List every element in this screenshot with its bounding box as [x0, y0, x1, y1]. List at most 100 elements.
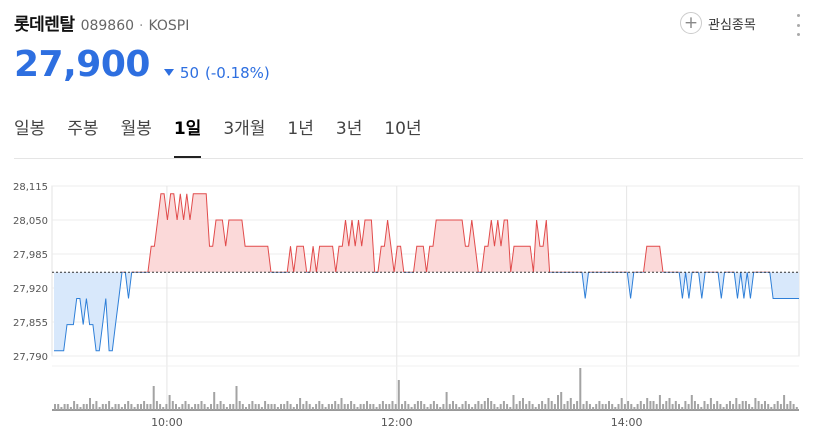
volume-bar: [254, 404, 257, 410]
volume-bar: [225, 407, 228, 410]
volume-bar: [136, 404, 139, 410]
volume-bar: [350, 401, 353, 410]
volume-bar: [302, 404, 305, 410]
tab-daily[interactable]: 일봉: [14, 114, 45, 158]
volume-bar: [66, 404, 69, 410]
volume-bar: [235, 386, 238, 410]
volume-bar: [423, 404, 426, 410]
tab-10year[interactable]: 10년: [384, 114, 421, 158]
volume-bar: [588, 404, 591, 410]
volume-bar: [133, 407, 136, 410]
volume-bar: [509, 407, 512, 410]
tabs-divider: [14, 158, 803, 159]
volume-bar: [576, 401, 579, 410]
down-arrow-icon: [163, 69, 174, 76]
x-tick-label: 10:00: [151, 416, 183, 429]
volume-bar: [764, 401, 766, 410]
tab-3year[interactable]: 3년: [336, 114, 362, 158]
volume-bar: [416, 401, 419, 410]
tab-monthly[interactable]: 월봉: [121, 114, 152, 158]
volume-bar: [693, 401, 696, 410]
volume-bar: [633, 407, 636, 410]
volume-bar: [54, 404, 56, 410]
volume-bar: [130, 404, 133, 410]
volume-bar: [636, 404, 639, 410]
volume-bar: [614, 407, 617, 410]
volume-bar: [662, 404, 665, 410]
volume-bar: [321, 404, 324, 410]
volume-bar: [448, 404, 451, 410]
volume-bar: [171, 401, 174, 410]
volume-bar: [770, 407, 773, 410]
volume-bar: [318, 401, 321, 410]
volume-bar: [534, 407, 537, 410]
add-watchlist-button[interactable]: + 관심종목: [680, 12, 756, 34]
volume-bar: [257, 404, 260, 410]
volume-bar: [713, 404, 715, 410]
volume-bar: [308, 404, 311, 410]
volume-bar: [124, 404, 126, 410]
volume-bar: [754, 398, 757, 410]
volume-bar: [343, 404, 346, 410]
volume-bar: [776, 401, 779, 410]
volume-bar: [397, 380, 400, 410]
tab-1day[interactable]: 1일: [173, 114, 202, 158]
volume-bar: [483, 401, 486, 410]
volume-bar: [165, 404, 168, 410]
volume-bar: [665, 401, 668, 410]
volume-bar: [327, 404, 330, 410]
volume-bar: [426, 407, 429, 410]
volume-bar: [381, 401, 384, 410]
volume-bar: [687, 404, 690, 410]
volume-bar: [340, 398, 343, 410]
volume-bar: [681, 407, 684, 410]
volume-bar: [232, 404, 235, 410]
tab-weekly[interactable]: 주봉: [67, 114, 98, 158]
volume-bar: [779, 404, 782, 410]
separator-dot: ·: [139, 18, 144, 34]
tab-1year[interactable]: 1년: [287, 114, 313, 158]
volume-bar: [569, 398, 572, 410]
volume-bar: [356, 407, 359, 410]
volume-bar: [700, 407, 703, 410]
volume-bar: [690, 395, 693, 410]
intraday-chart[interactable]: 28,115 28,050 27,985 27,920 27,855 27,790 10:0…: [0, 170, 817, 436]
volume-bar: [722, 407, 725, 410]
volume-bar: [697, 404, 700, 410]
volume-bar: [222, 404, 225, 410]
volume-bar: [76, 404, 79, 410]
volume-bar: [563, 404, 566, 410]
volume-bar: [649, 401, 652, 410]
volume-bar: [82, 404, 85, 410]
volume-bar: [299, 398, 302, 410]
volume-bar: [458, 407, 461, 410]
volume-bar: [611, 404, 614, 410]
volume-bar: [353, 404, 356, 410]
volume-bar: [461, 404, 464, 410]
volume-bar: [442, 404, 445, 410]
volume-bar: [658, 395, 661, 410]
volume-bar: [369, 404, 372, 410]
volume-bar: [324, 407, 327, 410]
volume-bar: [407, 404, 410, 410]
volume-bar: [585, 401, 588, 410]
volume-bar: [104, 404, 107, 410]
volume-bar: [553, 404, 556, 410]
volume-bar: [216, 404, 219, 410]
volume-bar: [120, 407, 123, 410]
volume-bar: [528, 401, 531, 410]
volume-bar: [241, 404, 244, 410]
volume-bar: [206, 407, 209, 410]
volume-bar: [143, 401, 146, 410]
stock-code: 089860: [80, 18, 135, 34]
volume-bar: [480, 404, 483, 410]
volume-bar: [795, 407, 798, 410]
volume-bar: [786, 404, 789, 410]
volume-bar: [238, 401, 241, 410]
price-row: 27,900 50 (-0.18%): [14, 44, 270, 85]
volume-bar: [359, 404, 362, 410]
volume-bar: [372, 404, 375, 410]
more-options-icon[interactable]: [794, 14, 802, 36]
volume-bar: [391, 401, 394, 410]
tab-3month[interactable]: 3개월: [223, 114, 265, 158]
